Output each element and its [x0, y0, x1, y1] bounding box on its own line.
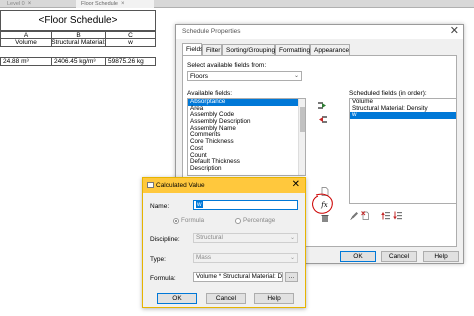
- percentage-radio-label: Percentage: [243, 217, 276, 224]
- scrollbar-thumb[interactable]: [300, 107, 305, 132]
- view-tab-label: Floor Schedule: [81, 1, 118, 7]
- formula-browse-button[interactable]: ...: [285, 272, 298, 282]
- delete-icon[interactable]: [361, 211, 370, 220]
- name-input[interactable]: w: [193, 200, 298, 210]
- scheduled-fields-list[interactable]: Volume Structural Material: Density w: [349, 98, 457, 204]
- discipline-value: Structural: [196, 234, 223, 241]
- help-button[interactable]: Help: [254, 293, 294, 304]
- add-field-icon[interactable]: [318, 101, 327, 110]
- scrollbar[interactable]: [298, 99, 305, 175]
- view-tab-floor-schedule[interactable]: Floor Schedule ×: [76, 0, 154, 8]
- type-label: Type:: [150, 256, 166, 263]
- name-label: Name:: [150, 203, 170, 210]
- list-item[interactable]: Absorptance: [188, 99, 305, 106]
- scheduled-fields-label: Scheduled fields (in order):: [349, 90, 427, 97]
- remove-field-icon[interactable]: [318, 115, 327, 124]
- move-up-icon[interactable]: [381, 211, 390, 220]
- select-from-label: Select available fields from:: [187, 62, 267, 69]
- available-fields-list[interactable]: Absorptance Area Assembly Code Assembly Des…: [187, 98, 306, 176]
- discipline-dropdown[interactable]: Structural ⌄: [193, 233, 298, 243]
- radio-dot: [173, 218, 179, 224]
- name-value: w: [196, 201, 203, 208]
- available-fields-label: Available fields:: [187, 90, 233, 97]
- dialog-title: Schedule Properties: [182, 28, 241, 35]
- cancel-button[interactable]: Cancel: [206, 293, 246, 304]
- help-button[interactable]: Help: [423, 251, 459, 262]
- type-dropdown[interactable]: Mass ⌄: [193, 253, 298, 263]
- cancel-button[interactable]: Cancel: [381, 251, 417, 262]
- column-header[interactable]: Volume: [0, 38, 52, 47]
- list-item[interactable]: w: [350, 112, 456, 120]
- percentage-radio[interactable]: [235, 218, 241, 224]
- ok-button[interactable]: OK: [157, 293, 197, 304]
- formula-label: Formula:: [150, 275, 176, 282]
- available-fields-items: Absorptance Area Assembly Code Assembly Des…: [188, 99, 305, 173]
- chevron-down-icon: ⌄: [289, 255, 295, 261]
- view-tab-label: Level 0: [7, 1, 25, 7]
- category-value: Floors: [190, 73, 209, 80]
- discipline-label: Discipline:: [150, 236, 180, 243]
- tab-sorting-grouping[interactable]: Sorting/Grouping: [222, 44, 275, 55]
- list-item[interactable]: Structural Material: Density: [350, 105, 456, 113]
- view-tab-level-0[interactable]: Level 0 ×: [2, 0, 57, 8]
- close-icon[interactable]: ×: [28, 0, 32, 8]
- column-header[interactable]: w: [105, 38, 156, 47]
- close-icon[interactable]: ✕: [292, 180, 300, 190]
- list-item[interactable]: Description: [188, 165, 305, 173]
- dialog-titlebar[interactable]: Schedule Properties ✕: [176, 25, 463, 39]
- ok-button[interactable]: OK: [340, 251, 376, 262]
- radio-dot: [235, 218, 241, 224]
- calculated-value-dialog: Calculated Value ✕ Name: w Formula Perce…: [142, 177, 306, 308]
- dialog-titlebar[interactable]: Calculated Value ✕: [143, 178, 305, 193]
- category-dropdown[interactable]: Floors ⌄: [187, 71, 302, 81]
- schedule-sheet: <Floor Schedule> A B C Volume Structural…: [0, 9, 160, 69]
- table-cell[interactable]: 2406.45 kg/m³: [51, 57, 106, 66]
- dialog-title: Calculated Value: [156, 182, 205, 189]
- tab-formatting[interactable]: Formatting: [275, 44, 310, 55]
- move-down-icon[interactable]: [393, 211, 402, 220]
- list-item[interactable]: Core Thickness: [188, 138, 305, 146]
- view-tab-strip: Level 0 × Floor Schedule ×: [0, 0, 474, 8]
- close-icon[interactable]: ✕: [450, 26, 459, 37]
- chevron-down-icon: ⌄: [289, 235, 295, 241]
- formula-input[interactable]: Volume * Structural Material: Den: [193, 272, 283, 282]
- close-icon[interactable]: ×: [121, 0, 125, 8]
- tab-appearance[interactable]: Appearance: [310, 44, 350, 55]
- table-cell[interactable]: 24.88 m³: [0, 57, 52, 66]
- formula-radio[interactable]: [173, 218, 179, 224]
- column-header[interactable]: Structural Material:: [51, 38, 106, 47]
- scheduled-fields-items: Volume Structural Material: Density w: [350, 99, 456, 120]
- table-cell[interactable]: 59875.26 kg: [105, 57, 156, 66]
- annotation-circle: [312, 193, 333, 214]
- type-value: Mass: [196, 254, 212, 261]
- schedule-title[interactable]: <Floor Schedule>: [0, 10, 156, 31]
- app-icon: [147, 182, 154, 188]
- edit-icon[interactable]: [350, 211, 359, 220]
- chevron-down-icon: ⌄: [293, 73, 299, 79]
- tab-fields[interactable]: Fields: [182, 43, 203, 55]
- formula-radio-label: Formula: [181, 217, 205, 224]
- tab-filter[interactable]: Filter: [202, 44, 222, 55]
